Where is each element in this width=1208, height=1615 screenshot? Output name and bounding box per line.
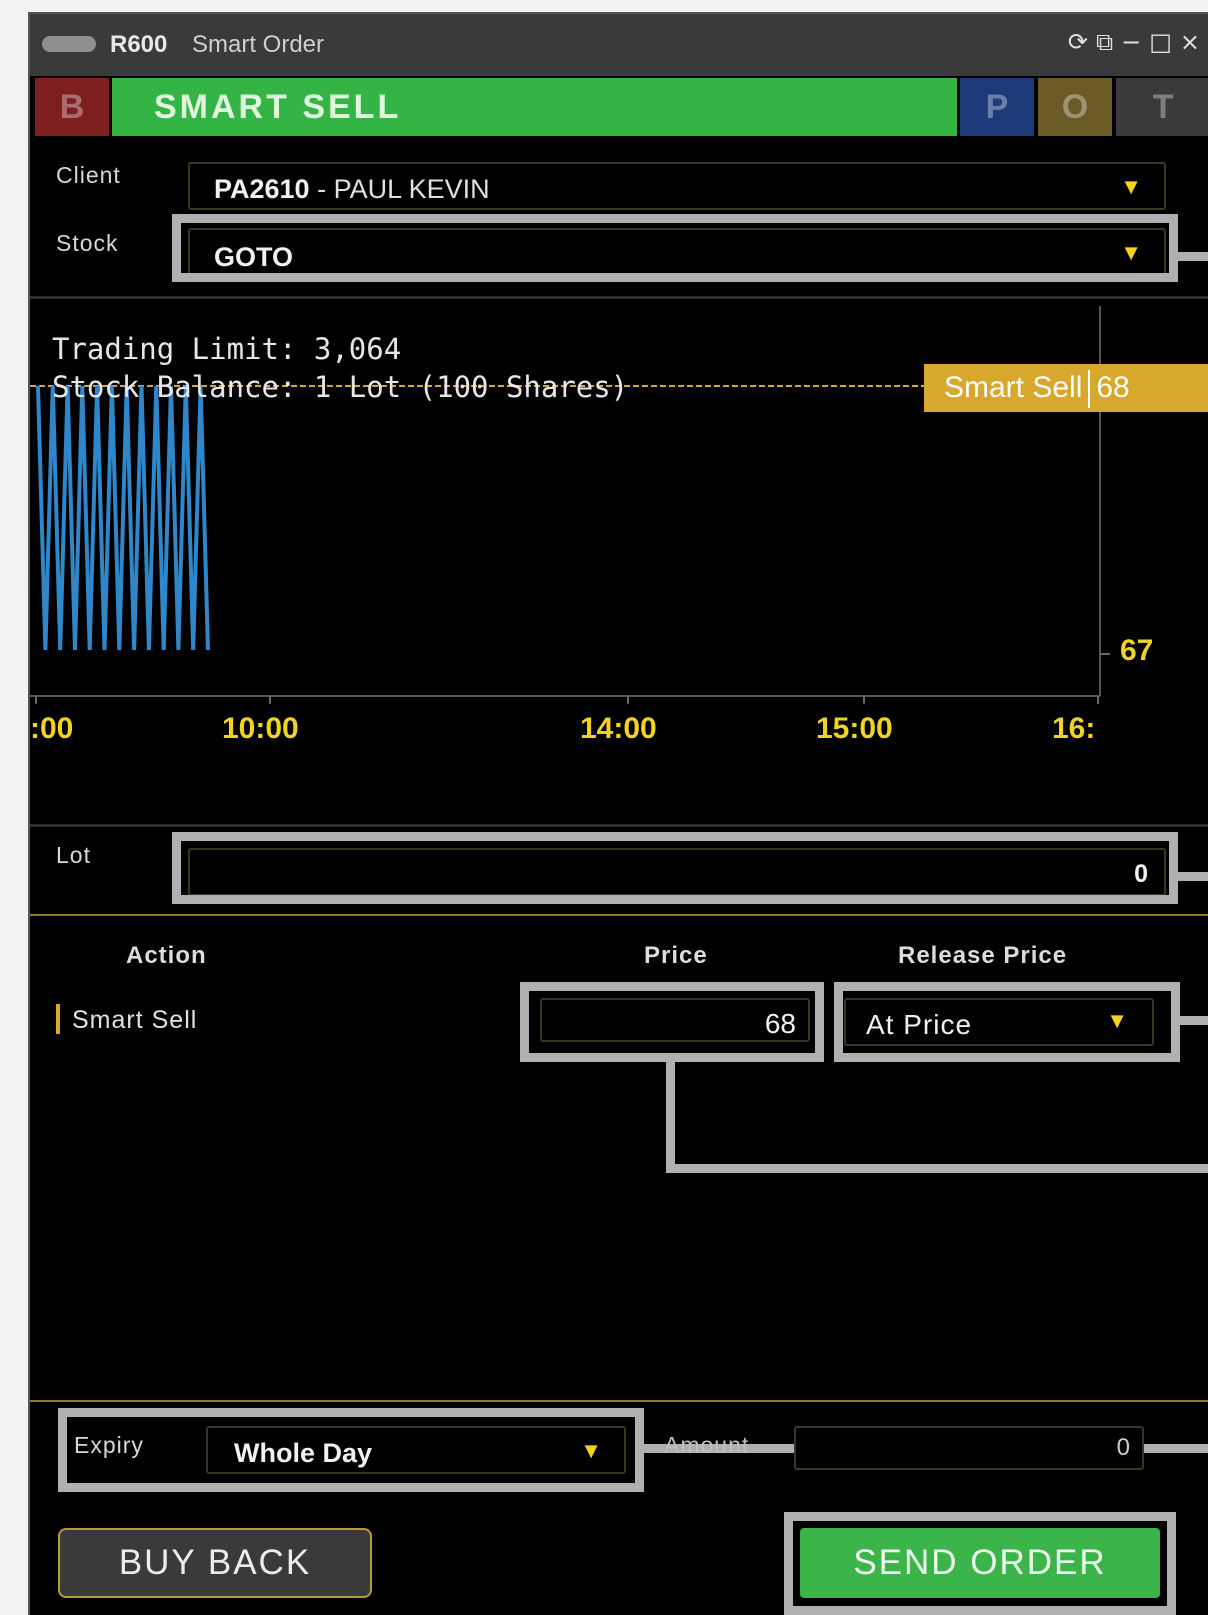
smart-sell-tag-label: Smart Sell <box>944 371 1083 404</box>
price-highlight <box>520 982 824 1062</box>
x-tick-label: 15:00 <box>816 712 893 745</box>
divider <box>30 914 1208 916</box>
divider <box>30 824 1208 827</box>
x-tick-label: 14:00 <box>580 712 657 745</box>
expiry-highlight <box>58 1408 644 1492</box>
popout-icon[interactable]: ⧉ <box>1096 28 1117 56</box>
column-header-action: Action <box>126 942 207 969</box>
buy-back-button[interactable]: BUY BACK <box>58 1528 372 1598</box>
amount-input[interactable]: 0 <box>794 1426 1144 1470</box>
stock-balance-text: Stock Balance: 1 Lot (100 Shares) <box>52 370 629 404</box>
lot-highlight-leader <box>1178 872 1208 881</box>
y-tick-label: 67 <box>1120 634 1154 667</box>
amount-value: 0 <box>1116 1434 1130 1461</box>
order-type-tabs: B SMART SELL P O T <box>30 78 1208 136</box>
smart-order-window: R600 Smart Order ⟳ ⧉ − □ × B SMART SELL P O … <box>28 12 1208 1615</box>
tab-buy[interactable]: B <box>35 78 109 136</box>
column-header-price: Price <box>644 942 708 969</box>
trading-limit-text: Trading Limit: 3,064 <box>52 332 402 366</box>
app-code: R600 <box>110 31 168 58</box>
smart-sell-tag-value: 68 <box>1096 371 1130 404</box>
lot-highlight <box>172 832 1178 904</box>
send-order-highlight <box>784 1512 1176 1615</box>
amount-label: Amount <box>664 1432 750 1458</box>
minimize-icon[interactable]: − <box>1121 28 1145 56</box>
stock-highlight <box>172 214 1178 282</box>
price-chart: Trading Limit: 3,064 Stock Balance: 1 Lot… <box>30 306 1208 846</box>
client-code: PA2610 - PAUL KEVIN <box>214 174 490 204</box>
refresh-icon[interactable]: ⟳ <box>1068 28 1092 56</box>
action-smart-sell: Smart Sell <box>72 1006 198 1034</box>
client-name: - PAUL KEVIN <box>309 174 490 204</box>
window-title: Smart Order <box>192 31 325 58</box>
price-series <box>36 385 210 651</box>
close-icon[interactable]: × <box>1180 28 1204 56</box>
x-tick-label: 10:00 <box>222 712 299 745</box>
tab-smart-sell[interactable]: SMART SELL <box>112 78 957 136</box>
divider <box>30 1400 1208 1402</box>
stock-highlight-leader <box>1178 252 1208 261</box>
stock-label: Stock <box>56 230 119 256</box>
release-highlight <box>834 982 1180 1062</box>
x-tick-label: :00 <box>30 712 74 745</box>
chevron-down-icon: ▼ <box>1120 174 1142 199</box>
release-highlight-leader <box>1178 1016 1208 1025</box>
x-tick-label: 16: <box>1052 712 1096 745</box>
client-label: Client <box>56 162 121 188</box>
divider <box>30 296 1208 299</box>
tab-p[interactable]: P <box>960 78 1034 136</box>
tab-o[interactable]: O <box>1038 78 1112 136</box>
smart-sell-price-tag: Smart Sell 68 <box>924 364 1208 412</box>
tab-t[interactable]: T <box>1116 78 1208 136</box>
series-line <box>36 385 210 651</box>
lot-label: Lot <box>56 842 91 868</box>
price-connector-horizontal <box>666 1164 1208 1173</box>
client-select[interactable]: PA2610 - PAUL KEVIN ▼ <box>188 162 1166 210</box>
row-marker <box>56 1004 60 1034</box>
window-handle[interactable] <box>42 36 96 52</box>
column-header-release: Release Price <box>898 942 1068 969</box>
price-connector-vertical <box>666 1062 675 1172</box>
x-axis-ticks <box>35 696 1099 704</box>
window-controls: ⟳ ⧉ − □ × <box>1064 28 1204 56</box>
maximize-icon[interactable]: □ <box>1149 28 1176 56</box>
chart-info: Trading Limit: 3,064 Stock Balance: 1 Lot… <box>52 330 628 406</box>
title-bar[interactable]: R600 Smart Order ⟳ ⧉ − □ × <box>30 14 1208 76</box>
